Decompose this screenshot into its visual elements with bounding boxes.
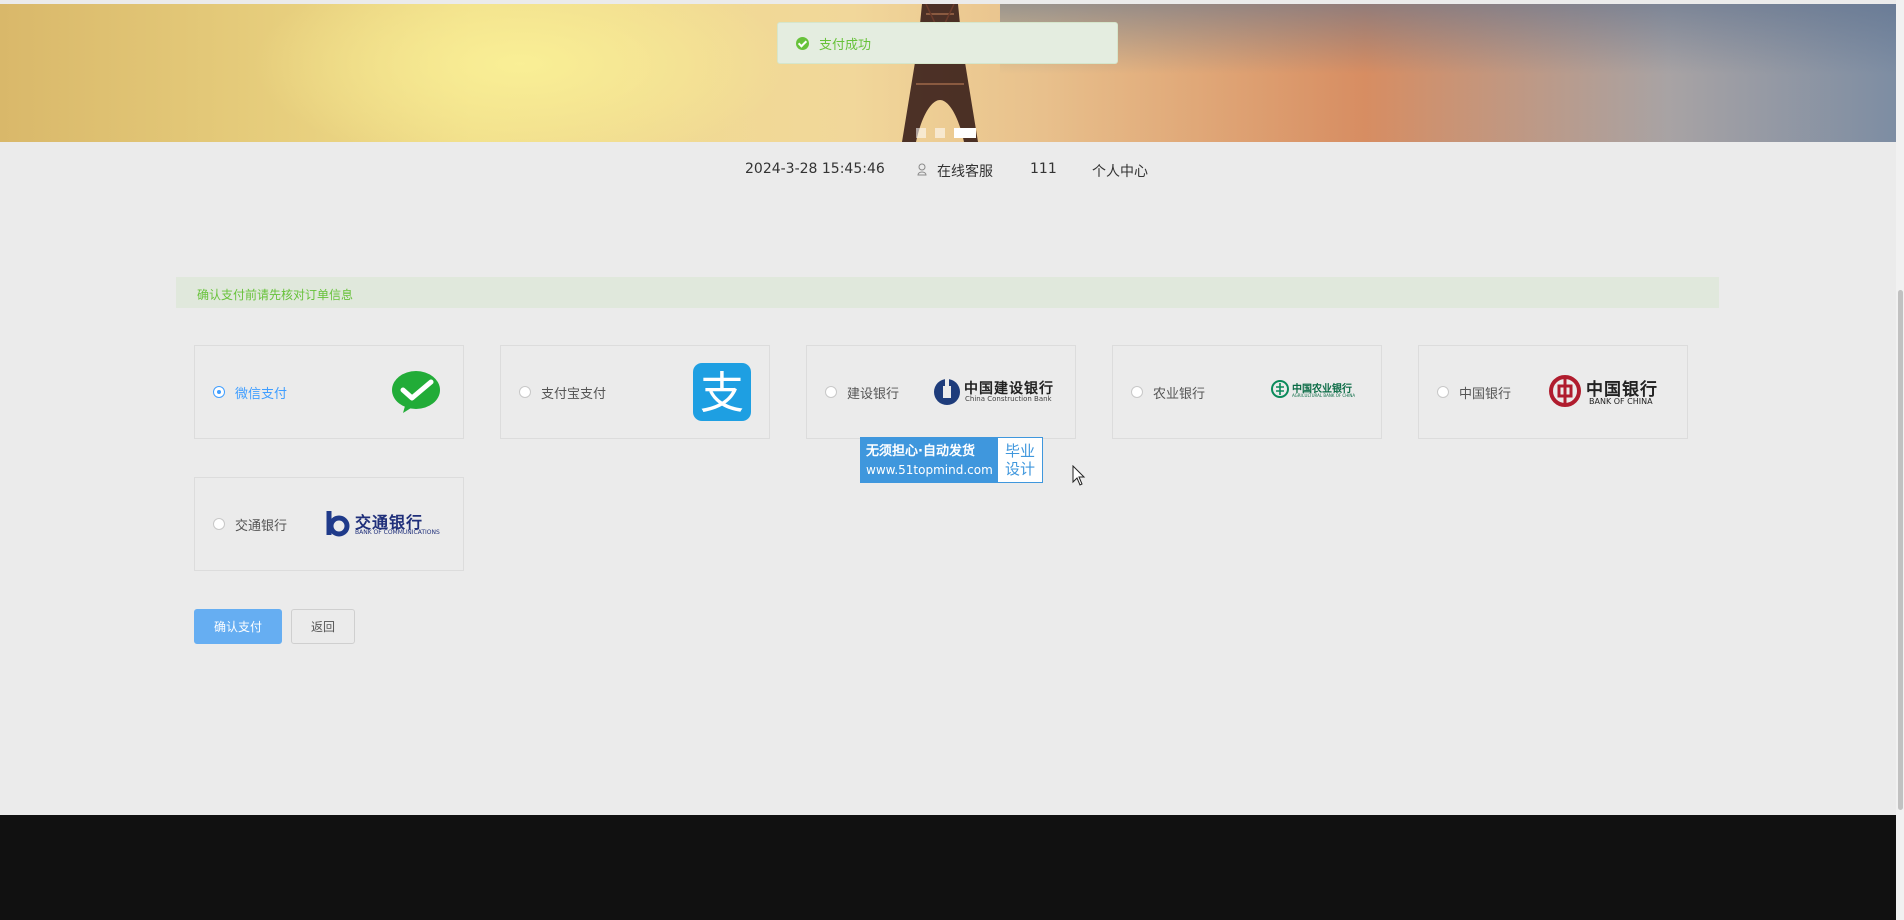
payment-option-alipay[interactable]: 支付宝支付 支 <box>500 345 770 439</box>
watermark-text: 无须担心·自动发货 <box>866 444 975 459</box>
watermark-url: www.51topmind.com <box>866 463 993 477</box>
alipay-logo: 支 <box>693 363 751 421</box>
watermark-tag-line2: 设计 <box>1004 460 1035 478</box>
payment-option-label: 支付宝支付 <box>541 387 607 402</box>
wechat-pay-logo <box>392 371 440 413</box>
user-icon <box>917 163 927 176</box>
svg-text:支: 支 <box>700 368 744 419</box>
abc-logo: 中国农业银行 AGRICULTURAL BANK OF CHINA <box>1271 380 1371 404</box>
watermark-badge: 无须担心·自动发货 www.51topmind.com 毕业 设计 <box>860 437 1043 483</box>
payment-option-label: 中国银行 <box>1459 387 1512 402</box>
check-circle-icon <box>796 36 809 50</box>
watermark-tag-line1: 毕业 <box>1004 442 1035 460</box>
radio-button[interactable] <box>213 518 225 530</box>
mouse-cursor-icon <box>1072 465 1086 486</box>
carousel-indicators <box>916 128 976 138</box>
top-nav: 2024-3-28 15:45:46 在线客服 111 个人中心 <box>0 155 1896 185</box>
payment-option-boc[interactable]: 中国银行 中国银行 BANK OF CHINA <box>1418 345 1688 439</box>
payment-option-label: 微信支付 <box>235 387 288 402</box>
username-link[interactable]: 111 <box>1030 161 1057 177</box>
back-button[interactable]: 返回 <box>291 609 355 644</box>
abc-logo-subtext: AGRICULTURAL BANK OF CHINA <box>1292 393 1356 398</box>
toast-message: 支付成功 <box>819 37 872 53</box>
carousel-dot-active[interactable] <box>954 128 976 138</box>
current-datetime: 2024-3-28 15:45:46 <box>745 161 885 177</box>
boc-logo-subtext: BANK OF CHINA <box>1589 397 1653 406</box>
radio-button[interactable] <box>1131 386 1143 398</box>
payment-option-wechat[interactable]: 微信支付 <box>194 345 464 439</box>
payment-option-ccb[interactable]: 建设银行 中国建设银行 China Construction Bank <box>806 345 1076 439</box>
verify-order-notice: 确认支付前请先核对订单信息 <box>176 277 1719 308</box>
page-footer <box>0 815 1896 920</box>
success-toast: 支付成功 <box>777 22 1118 64</box>
payment-option-label: 建设银行 <box>847 387 900 402</box>
payment-option-label: 农业银行 <box>1153 387 1206 402</box>
radio-button[interactable] <box>1437 386 1449 398</box>
radio-button[interactable] <box>825 386 837 398</box>
radio-button[interactable] <box>213 386 225 398</box>
profile-link[interactable]: 个人中心 <box>1092 161 1148 181</box>
bocom-logo: 交通银行 BANK OF COMMUNICATIONS <box>323 509 453 541</box>
scrollbar-thumb[interactable] <box>1898 290 1903 810</box>
confirm-payment-button[interactable]: 确认支付 <box>194 609 282 644</box>
carousel-dot[interactable] <box>935 128 945 138</box>
payment-option-abc[interactable]: 农业银行 中国农业银行 AGRICULTURAL BANK OF CHINA <box>1112 345 1382 439</box>
carousel-dot[interactable] <box>916 128 926 138</box>
ccb-logo-subtext: China Construction Bank <box>965 395 1052 403</box>
bocom-logo-subtext: BANK OF COMMUNICATIONS <box>355 529 440 536</box>
radio-button[interactable] <box>519 386 531 398</box>
boc-logo: 中国银行 BANK OF CHINA <box>1549 375 1674 411</box>
online-service-link[interactable]: 在线客服 <box>937 161 993 181</box>
payment-option-label: 交通银行 <box>235 519 288 534</box>
ccb-logo: 中国建设银行 China Construction Bank <box>933 378 1073 408</box>
payment-option-bocom[interactable]: 交通银行 交通银行 BANK OF COMMUNICATIONS <box>194 477 464 571</box>
page-scrollbar[interactable] <box>1896 0 1904 920</box>
